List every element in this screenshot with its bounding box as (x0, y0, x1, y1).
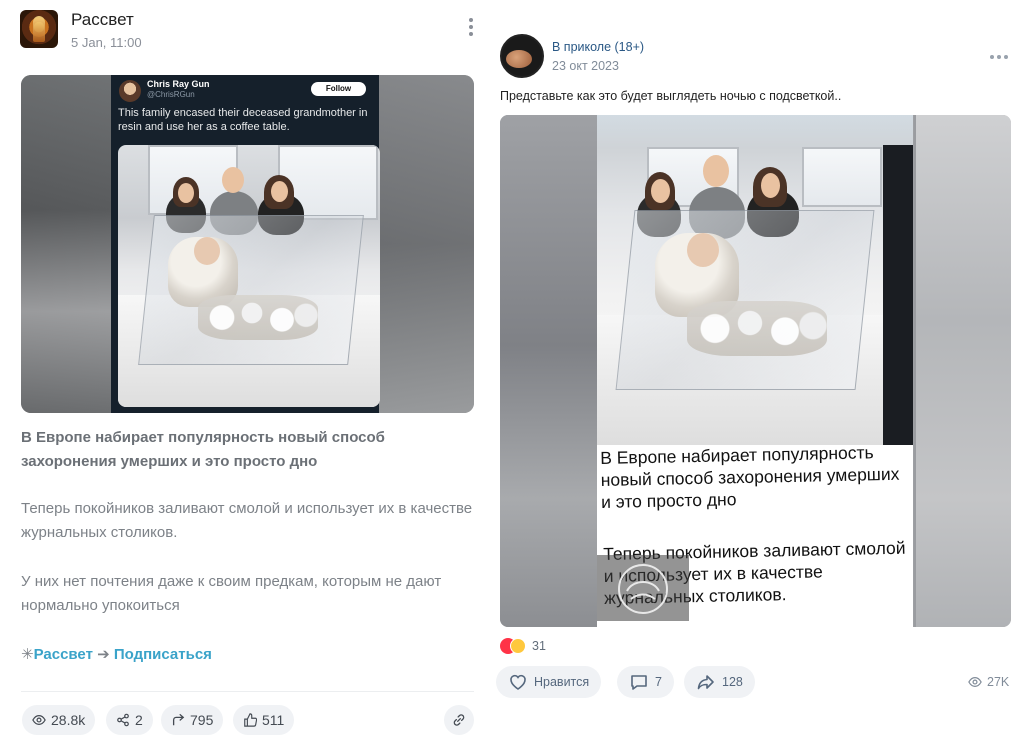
link-icon (453, 714, 465, 726)
resin-block (615, 210, 875, 390)
likes-button[interactable]: 511 (233, 705, 295, 735)
views-counter: 27K (968, 675, 1009, 689)
photo (597, 115, 913, 445)
post-date[interactable]: 5 Jan, 11:00 (71, 35, 142, 50)
community-name[interactable]: В приколе (18+) (552, 40, 644, 54)
community-name[interactable]: Рассвет (71, 10, 134, 30)
grandmother-face (194, 237, 220, 265)
like-button[interactable]: Нравится (496, 666, 602, 698)
heart-icon (510, 674, 526, 690)
share-icon (117, 713, 129, 727)
reposts-button[interactable]: 795 (161, 705, 224, 735)
tweet-handle: @ChrisRGun (147, 90, 195, 99)
reposts-count: 795 (190, 712, 214, 728)
views-pill: 28.8k (22, 705, 96, 735)
eye-icon (32, 715, 46, 725)
likes-count: 511 (262, 712, 285, 728)
tweet-author: Chris Ray Gun (147, 79, 210, 89)
laugh-emoji-icon (510, 638, 526, 654)
grandmother-face (687, 233, 719, 267)
subscribe-link[interactable]: Подписаться (114, 646, 212, 663)
share-arrow-icon (697, 675, 714, 690)
eye-icon (968, 677, 982, 687)
blur-right (379, 75, 474, 413)
blur-left (21, 75, 111, 413)
tweet-avatar (119, 80, 141, 102)
shares-count: 128 (722, 675, 743, 689)
comment-icon (631, 675, 647, 690)
views-count: 28.8k (51, 712, 86, 728)
post-links: ✳Рассвет ➔ Подписаться (21, 644, 212, 666)
community-avatar[interactable] (20, 10, 58, 48)
face (703, 155, 729, 187)
community-avatar[interactable] (500, 34, 544, 78)
image-caption-1: В Европе набирает популярность новый спо… (600, 442, 900, 512)
flowers (198, 295, 318, 340)
post-image[interactable]: В Европе набирает популярность новый спо… (500, 115, 1011, 627)
watermark-logo (618, 564, 668, 614)
tweet-follow-button: Follow (311, 82, 366, 96)
comment-button[interactable]: 7 (617, 666, 674, 698)
star-glyph: ✳ (21, 646, 34, 663)
watermark (597, 555, 689, 621)
post-image[interactable]: Chris Ray Gun @ChrisRGun Follow This fam… (21, 75, 474, 413)
repost-icon (172, 713, 185, 726)
thumbs-up-icon (244, 713, 257, 727)
tweet-text: This family encased their deceased grand… (118, 107, 368, 133)
post-text: Представьте как это будет выглядеть ночь… (500, 89, 842, 103)
divider (21, 691, 474, 692)
face (651, 179, 670, 203)
tweet-screenshot: Chris Ray Gun @ChrisRGun Follow This fam… (111, 75, 380, 413)
blur-left (500, 115, 597, 627)
dark-edge (883, 145, 913, 445)
shares-button[interactable]: 2 (106, 705, 153, 735)
arrow-glyph: ➔ (97, 646, 110, 663)
reactions-count: 31 (532, 639, 546, 653)
face (761, 173, 780, 198)
more-icon[interactable] (990, 55, 1008, 59)
reactions-summary[interactable]: 31 (500, 638, 546, 654)
left-post: Рассвет 5 Jan, 11:00 Chris Ray Gun @Chri… (0, 0, 492, 744)
comments-count: 7 (655, 675, 662, 689)
face (222, 167, 244, 193)
post-paragraph-1: Теперь покойников заливают смолой и испо… (21, 500, 473, 541)
window (802, 147, 882, 207)
post-paragraph-2: У них нет почтения даже к своим предкам,… (21, 573, 442, 614)
like-label: Нравится (534, 675, 590, 689)
shares-count: 2 (135, 712, 143, 728)
post-date[interactable]: 23 окт 2023 (552, 59, 619, 73)
views-count: 27K (987, 675, 1010, 689)
share-button[interactable]: 128 (684, 666, 755, 698)
image-frame: В Европе набирает популярность новый спо… (597, 115, 913, 627)
post-headline: В Европе набирает популярность новый спо… (21, 429, 385, 470)
face (178, 183, 194, 203)
flowers (687, 301, 827, 356)
face (271, 181, 288, 202)
blur-right (916, 115, 1011, 627)
kebab-icon[interactable] (468, 18, 474, 38)
copy-link-button[interactable] (444, 705, 474, 735)
right-post: В приколе (18+) 23 окт 2023 Представьте … (492, 0, 1021, 744)
community-link[interactable]: Рассвет (34, 646, 93, 663)
tweet-photo (118, 145, 380, 407)
